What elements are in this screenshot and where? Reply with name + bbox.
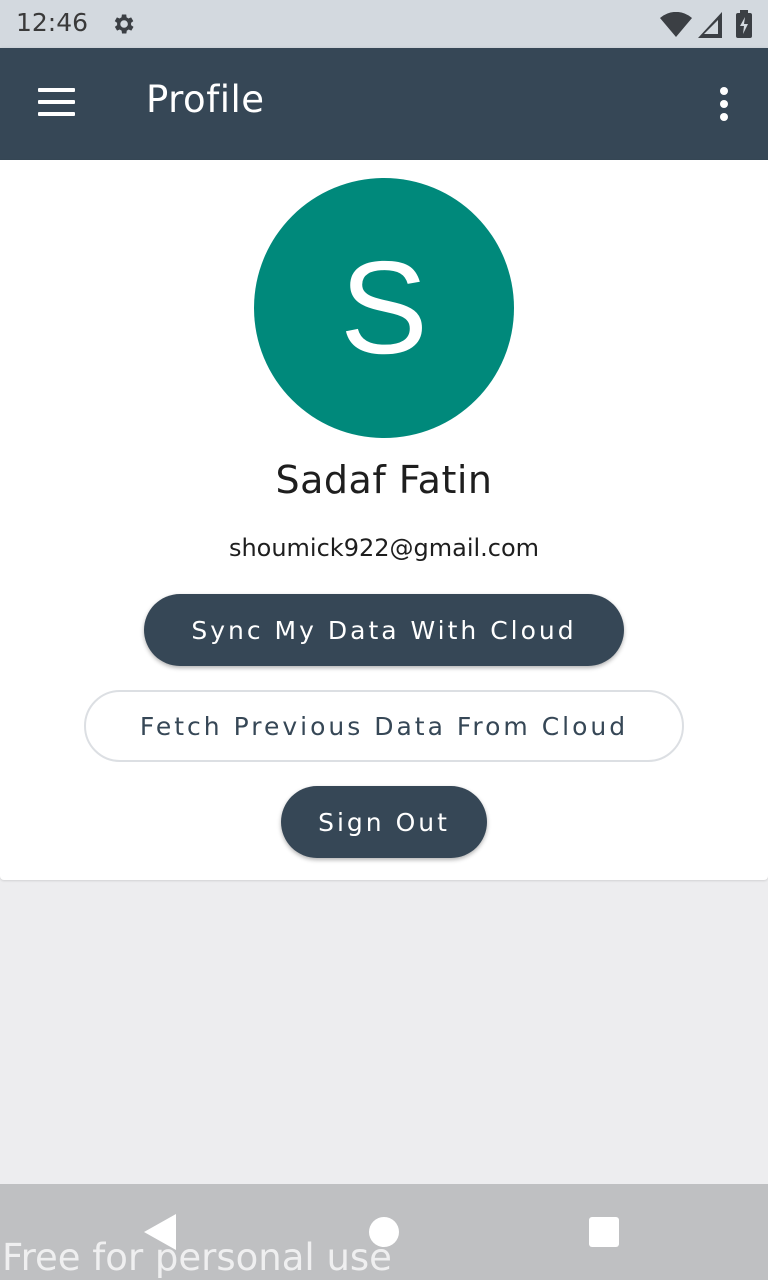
profile-email: shoumick922@gmail.com — [228, 534, 540, 562]
wifi-icon — [660, 12, 692, 37]
avatar-initial: S — [339, 234, 429, 381]
status-bar: 12:46 — [0, 0, 768, 48]
sign-out-label: Sign Out — [318, 807, 450, 837]
battery-charging-icon — [736, 10, 752, 38]
avatar: S — [254, 178, 514, 438]
fetch-data-button[interactable]: Fetch Previous Data From Cloud — [84, 690, 684, 762]
gear-icon — [114, 14, 134, 34]
hamburger-menu-icon[interactable] — [30, 84, 82, 124]
status-time: 12:46 — [16, 8, 89, 37]
sync-data-button[interactable]: Sync My Data With Cloud — [144, 594, 624, 666]
sync-data-label: Sync My Data With Cloud — [191, 615, 577, 645]
sign-out-button[interactable]: Sign Out — [281, 786, 487, 858]
page-title: Profile — [146, 78, 265, 121]
app-bar: Profile — [0, 48, 768, 160]
navigation-bar — [0, 1184, 768, 1280]
home-icon[interactable] — [369, 1217, 399, 1247]
profile-name: Sadaf Fatin — [275, 458, 493, 502]
recents-icon[interactable] — [589, 1217, 619, 1247]
profile-card: S Sadaf Fatin shoumick922@gmail.com Sync… — [0, 160, 768, 880]
signal-icon — [698, 12, 722, 38]
fetch-data-label: Fetch Previous Data From Cloud — [139, 711, 629, 741]
back-icon[interactable] — [144, 1214, 178, 1250]
more-vert-icon[interactable] — [706, 80, 742, 128]
